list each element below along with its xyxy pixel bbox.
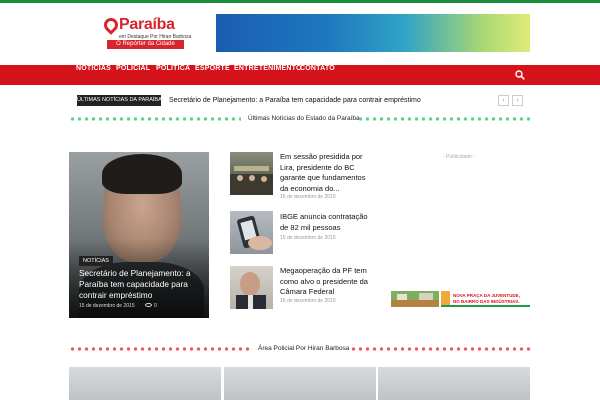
nav-item-esporte[interactable]: ESPORTE — [195, 65, 230, 85]
article-thumbnail[interactable] — [230, 266, 273, 309]
ticker-next-button[interactable]: › — [512, 95, 523, 106]
nav-item-contato[interactable]: CONTATO — [300, 65, 335, 85]
latest-section-title: Últimas Notícias do Estado da Paraíba — [248, 115, 360, 122]
police-section-title: Área Policial Por Hiran Barbosa — [258, 345, 350, 352]
ticker-label: ÚLTIMAS NOTÍCIAS DA PARAÍBA — [77, 95, 161, 106]
top-accent-bar — [0, 0, 600, 3]
logo-tagline: O Repórter da Cidade — [107, 40, 184, 49]
ticker-headline[interactable]: Secretário de Planejamento: a Paraíba te… — [169, 95, 489, 106]
police-article-thumbnail[interactable] — [378, 367, 530, 400]
heading-dots-left — [69, 117, 241, 121]
featured-category-badge[interactable]: NOTÍCIAS — [79, 256, 113, 266]
police-heading-dots-right — [350, 347, 531, 351]
article-title[interactable]: Em sessão presidida por Lira, presidente… — [280, 152, 370, 194]
site-logo[interactable]: Paraíba em Destaque Por Hiran Barbosa O … — [101, 15, 191, 49]
featured-title[interactable]: Secretário de Planejamento: a Paraíba te… — [79, 268, 201, 301]
police-article-thumbnail[interactable] — [224, 367, 376, 400]
heading-dots-right — [357, 117, 531, 121]
nav-item-politica[interactable]: POLÍTICA — [156, 65, 190, 85]
ad-text-line1: NOVA PRAÇA DA JUVENTUDE, — [453, 293, 520, 298]
article-thumbnail[interactable] — [230, 152, 273, 195]
article-title[interactable]: Megaoperação da PF tem como alvo o presi… — [280, 266, 370, 298]
police-heading-dots-left — [69, 347, 251, 351]
police-article-thumbnail[interactable] — [69, 367, 221, 400]
nav-item-noticias[interactable]: NOTÍCIAS — [76, 65, 111, 85]
featured-views-count: 0 — [154, 303, 157, 309]
politician-photo — [236, 272, 266, 309]
featured-photo-hair — [102, 154, 182, 194]
nav-item-policial[interactable]: POLICIAL — [116, 65, 150, 85]
views-icon — [145, 303, 152, 307]
location-pin-icon — [101, 15, 121, 35]
ad-label: - Publicidade - — [443, 154, 475, 160]
device-photo — [237, 215, 272, 250]
featured-date: 15 de dezembro de 2015 — [79, 303, 135, 309]
search-icon[interactable] — [515, 70, 525, 80]
ad-text-line2: NO BAIRRO DAS INDÚSTRIAS. — [453, 299, 520, 304]
nav-item-entretenimento[interactable]: ENTRETENIMENTO — [234, 65, 302, 85]
article-title[interactable]: IBGE anuncia contratação de 82 mil pesso… — [280, 212, 370, 233]
header-banner-ad[interactable] — [216, 14, 530, 52]
main-navigation: NOTÍCIAS POLICIAL POLÍTICA ESPORTE ENTRE… — [0, 65, 600, 85]
logo-name: Paraíba — [119, 16, 175, 33]
article-date: 15 de dezembro de 2015 — [280, 194, 336, 200]
session-photo — [230, 166, 273, 195]
ticker-prev-button[interactable]: ‹ — [498, 95, 509, 106]
article-date: 15 de dezembro de 2015 — [280, 298, 336, 304]
article-thumbnail[interactable] — [230, 211, 273, 254]
article-date: 15 de dezembro de 2015 — [280, 235, 336, 241]
sidebar-banner-ad[interactable]: NOVA PRAÇA DA JUVENTUDE, NO BAIRRO DAS I… — [391, 291, 530, 307]
